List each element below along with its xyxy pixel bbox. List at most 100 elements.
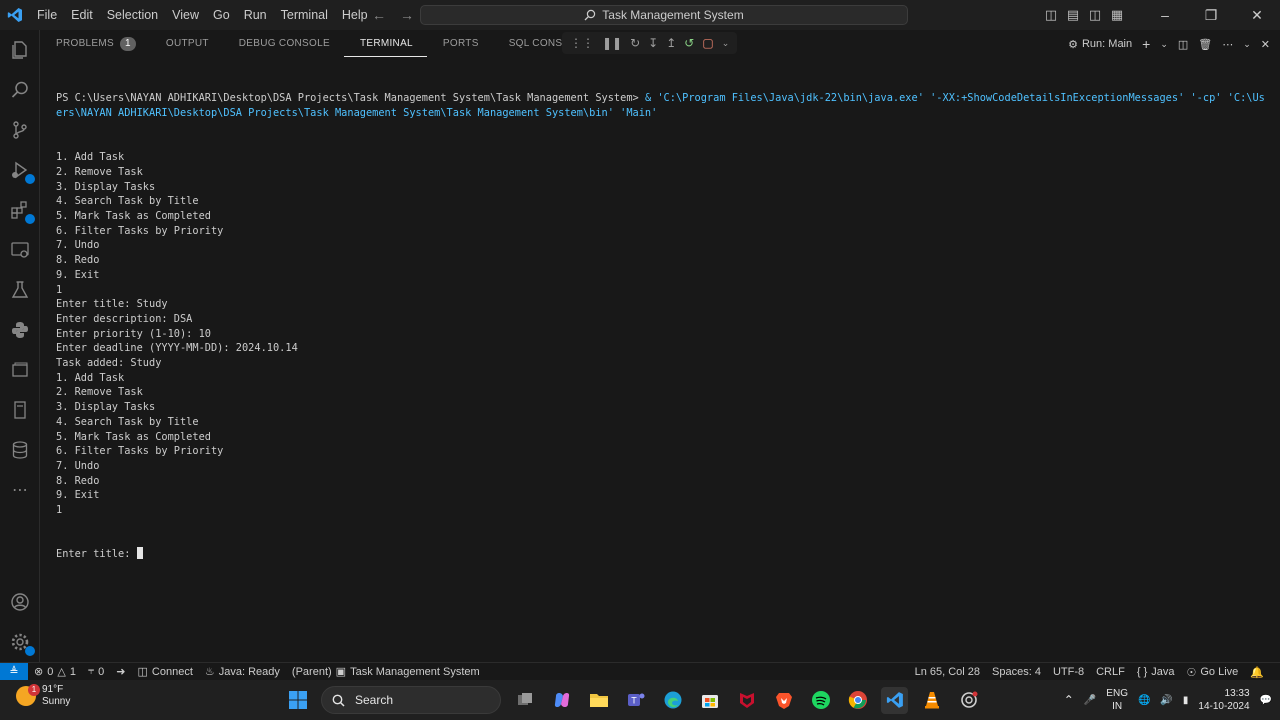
chevron-down-icon[interactable]: ⌄ xyxy=(722,38,730,49)
debug-status[interactable]: ➜ xyxy=(110,665,131,678)
end-of-line[interactable]: CRLF xyxy=(1090,666,1131,678)
database-icon[interactable] xyxy=(8,438,32,462)
menu-terminal[interactable]: Terminal xyxy=(274,0,335,30)
weather-widget[interactable]: 1 91°F Sunny xyxy=(16,684,70,708)
microsoft-store-icon[interactable] xyxy=(696,687,723,714)
language-mode[interactable]: { } Java xyxy=(1131,666,1181,678)
menu-selection[interactable]: Selection xyxy=(100,0,165,30)
notification-center-icon[interactable]: 💬 xyxy=(1260,695,1272,706)
language-label: Java xyxy=(1151,666,1175,678)
menu-run[interactable]: Run xyxy=(237,0,274,30)
menu-go[interactable]: Go xyxy=(206,0,237,30)
terminal-input-line[interactable]: Enter title: xyxy=(56,547,1268,562)
indentation[interactable]: Spaces: 4 xyxy=(986,666,1047,678)
brave-browser-icon[interactable] xyxy=(770,687,797,714)
connect-status[interactable]: ◫ Connect xyxy=(132,665,199,679)
teams-icon[interactable]: T xyxy=(622,687,649,714)
windows-start-icon[interactable] xyxy=(284,687,311,714)
encoding[interactable]: UTF-8 xyxy=(1047,666,1090,678)
tab-terminal[interactable]: TERMINAL xyxy=(343,31,427,57)
docker-icon[interactable] xyxy=(8,358,32,382)
explorer-icon[interactable] xyxy=(8,38,32,62)
new-terminal-icon[interactable]: + xyxy=(1142,36,1150,52)
chevron-down-icon[interactable]: ⌄ xyxy=(1160,39,1168,50)
remote-indicator-icon[interactable]: ≜ xyxy=(0,662,28,681)
close-icon[interactable]: ✕ xyxy=(1234,0,1280,30)
step-into-icon[interactable]: ↧ xyxy=(648,36,658,50)
command-center[interactable]: Task Management System xyxy=(420,5,908,25)
window-title: Task Management System xyxy=(602,8,744,22)
chevron-down-icon[interactable]: ⌄ xyxy=(1243,39,1251,50)
taskbar-search[interactable]: Search xyxy=(321,686,501,714)
trash-icon[interactable]: 🗑 xyxy=(1198,38,1212,51)
toggle-primary-sidebar-icon[interactable]: ◫ xyxy=(1040,7,1062,23)
vscode-taskbar-icon[interactable] xyxy=(881,686,908,714)
tab-output[interactable]: OUTPUT xyxy=(150,30,223,58)
chatgpt-icon[interactable] xyxy=(955,687,982,714)
battery-icon[interactable]: ▮ xyxy=(1183,695,1189,706)
chevron-up-icon[interactable]: ⌃ xyxy=(1064,693,1074,707)
task-view-icon[interactable] xyxy=(511,687,538,714)
tab-label: PROBLEMS xyxy=(56,38,114,49)
vlc-icon[interactable] xyxy=(918,687,945,714)
title-bar: File Edit Selection View Go Run Terminal… xyxy=(0,0,1280,30)
close-panel-icon[interactable]: ✕ xyxy=(1261,38,1270,51)
clock[interactable]: 13:33 14-10-2024 xyxy=(1198,687,1249,713)
split-terminal-icon[interactable]: ◫ xyxy=(1178,38,1188,51)
toggle-panel-icon[interactable]: ▤ xyxy=(1062,7,1084,23)
restart-icon[interactable]: ↺ xyxy=(684,36,694,50)
cursor-position[interactable]: Ln 65, Col 28 xyxy=(909,666,986,678)
speaker-icon[interactable]: 🔊 xyxy=(1160,695,1172,706)
stop-icon[interactable]: ▢ xyxy=(702,36,713,50)
java-status[interactable]: ♨ Java: Ready xyxy=(199,665,286,679)
toggle-secondary-sidebar-icon[interactable]: ◫ xyxy=(1084,7,1106,23)
edge-browser-icon[interactable] xyxy=(659,687,686,714)
search-icon[interactable] xyxy=(8,78,32,102)
back-arrow-icon[interactable]: ← xyxy=(372,7,386,23)
bookmark-icon[interactable] xyxy=(8,398,32,422)
accounts-icon[interactable] xyxy=(8,590,32,614)
project-status[interactable]: (Parent) ▣ Task Management System xyxy=(286,665,486,679)
tab-ports[interactable]: PORTS xyxy=(427,30,493,58)
microphone-icon[interactable]: 🎤 xyxy=(1084,695,1096,706)
chrome-browser-icon[interactable] xyxy=(844,687,871,714)
language-indicator[interactable]: ENG IN xyxy=(1106,687,1128,713)
menu-help[interactable]: Help xyxy=(335,0,375,30)
step-out-icon[interactable]: ↥ xyxy=(666,36,676,50)
notifications-bell-icon[interactable]: 🔔 xyxy=(1244,666,1270,679)
menu-file[interactable]: File xyxy=(30,0,64,30)
problems-status[interactable]: ⊗ 0 △ 1 xyxy=(28,665,82,679)
step-over-icon[interactable]: ↻ xyxy=(630,36,640,50)
source-control-icon[interactable] xyxy=(8,118,32,142)
restore-icon[interactable]: ❐ xyxy=(1188,0,1234,30)
mcafee-icon[interactable] xyxy=(733,687,760,714)
forward-arrow-icon[interactable]: → xyxy=(400,7,414,23)
copilot-icon[interactable] xyxy=(548,687,575,714)
minimize-icon[interactable]: – xyxy=(1142,0,1188,30)
java-status-label: Java: Ready xyxy=(218,665,280,678)
drag-handle-icon[interactable]: ⋮⋮ xyxy=(570,36,594,50)
menu-view[interactable]: View xyxy=(165,0,206,30)
spotify-icon[interactable] xyxy=(807,687,834,714)
tab-problems[interactable]: PROBLEMS 1 xyxy=(40,30,150,58)
extensions-icon[interactable] xyxy=(8,198,35,224)
remote-explorer-icon[interactable] xyxy=(8,238,32,262)
terminal-line: 1. Add Task xyxy=(56,151,125,164)
vscode-logo-icon[interactable] xyxy=(0,0,30,30)
globe-network-icon[interactable]: 🌐 xyxy=(1138,695,1150,706)
settings-gear-icon[interactable] xyxy=(8,630,35,656)
testing-icon[interactable] xyxy=(8,278,32,302)
more-actions-icon[interactable]: ⋯ xyxy=(1222,38,1233,51)
python-icon[interactable] xyxy=(8,318,32,342)
tab-debug-console[interactable]: DEBUG CONSOLE xyxy=(223,30,344,58)
run-main-button[interactable]: ⚙ Run: Main xyxy=(1068,38,1132,51)
terminal-output[interactable]: PS C:\Users\NAYAN ADHIKARI\Desktop\DSA P… xyxy=(56,62,1268,591)
more-icon[interactable]: ⋯ xyxy=(8,478,32,502)
pause-icon[interactable]: ❚❚ xyxy=(602,36,622,50)
go-live-button[interactable]: ☉ Go Live xyxy=(1181,666,1245,679)
customize-layout-icon[interactable]: ▦ xyxy=(1106,7,1128,23)
menu-edit[interactable]: Edit xyxy=(64,0,100,30)
ports-status[interactable]: ⫧ 0 xyxy=(82,665,110,678)
run-and-debug-icon[interactable] xyxy=(8,158,35,184)
file-explorer-icon[interactable] xyxy=(585,687,612,714)
